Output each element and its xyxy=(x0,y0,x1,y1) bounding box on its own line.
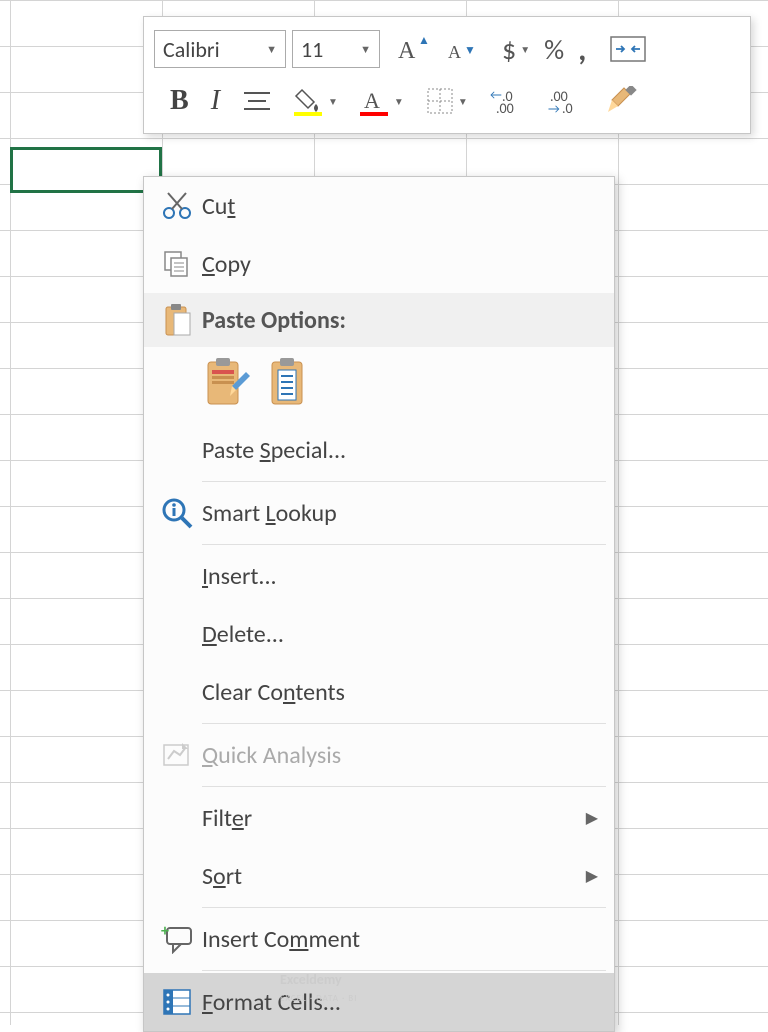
menu-label: Insert Comment xyxy=(202,925,598,954)
menu-label: Format Cells... xyxy=(202,988,598,1017)
paste-options-row xyxy=(144,347,614,421)
comma-style-button[interactable]: , xyxy=(574,28,590,71)
increase-decimal-button[interactable]: ←.0.00 xyxy=(486,85,530,117)
menu-label: Cut xyxy=(202,192,598,221)
menu-label: Paste Special... xyxy=(202,436,598,465)
font-name-value: Calibri xyxy=(163,36,220,63)
decrease-font-button[interactable]: A▼ xyxy=(442,32,484,66)
chevron-down-icon: ▼ xyxy=(520,43,530,56)
chevron-down-icon: ▼ xyxy=(394,95,404,108)
font-size-select[interactable]: 11 ▼ xyxy=(292,30,380,68)
svg-text:→: → xyxy=(548,102,560,115)
svg-text:.0: .0 xyxy=(562,100,573,115)
search-info-icon xyxy=(152,497,202,529)
paste-keep-formatting-button[interactable] xyxy=(202,356,254,412)
menu-label: Insert... xyxy=(202,562,598,591)
menu-label: Filter xyxy=(202,804,586,833)
selected-cell[interactable] xyxy=(10,147,162,193)
percent-button[interactable]: % xyxy=(540,30,568,69)
decrease-decimal-button[interactable]: .00→.0 xyxy=(544,85,588,117)
comment-icon: + xyxy=(152,924,202,954)
svg-text:.00: .00 xyxy=(496,100,514,115)
submenu-arrow-icon: ▶ xyxy=(586,866,598,886)
svg-text:+: + xyxy=(161,924,169,941)
menu-label: Smart Lookup xyxy=(202,499,598,528)
menu-label: Quick Analysis xyxy=(202,741,598,770)
menu-label: Paste Options: xyxy=(202,306,598,335)
svg-text:A: A xyxy=(364,88,380,113)
menu-quick-analysis: Quick Analysis xyxy=(144,726,614,784)
dollar-icon: $ xyxy=(502,32,516,67)
copy-icon xyxy=(152,249,202,279)
percent-icon: % xyxy=(544,32,564,67)
font-size-value: 11 xyxy=(301,36,323,63)
menu-label: Sort xyxy=(202,862,586,891)
svg-text:A: A xyxy=(398,38,416,64)
merge-center-button[interactable] xyxy=(606,34,650,64)
menu-copy[interactable]: Copy xyxy=(144,235,614,293)
menu-cut[interactable]: Cut xyxy=(144,177,614,235)
fill-color-button[interactable]: ▼ xyxy=(290,84,342,118)
format-painter-button[interactable] xyxy=(602,84,642,118)
bold-button[interactable]: B xyxy=(166,83,193,119)
menu-paste-options-header: Paste Options: xyxy=(144,293,614,347)
borders-button[interactable]: ▼ xyxy=(422,85,472,117)
italic-button[interactable]: I xyxy=(207,83,224,119)
svg-text:A: A xyxy=(448,42,461,62)
clipboard-icon xyxy=(152,303,202,337)
svg-text:▲: ▲ xyxy=(418,34,430,48)
menu-insert[interactable]: Insert... xyxy=(144,547,614,605)
menu-label: Delete... xyxy=(202,620,598,649)
mini-toolbar: Calibri ▼ 11 ▼ A▲ A▼ $ ▼ % , B I xyxy=(143,16,751,134)
submenu-arrow-icon: ▶ xyxy=(586,808,598,828)
menu-format-cells[interactable]: Format Cells... xyxy=(144,973,614,1031)
chevron-down-icon: ▼ xyxy=(266,43,277,56)
menu-label: Clear Contents xyxy=(202,678,598,707)
font-name-select[interactable]: Calibri ▼ xyxy=(154,30,286,68)
format-cells-icon xyxy=(152,988,202,1016)
comma-icon: , xyxy=(578,30,586,69)
context-menu: Cut Copy Paste Options: Paste Special...… xyxy=(143,176,615,1032)
quick-analysis-icon xyxy=(152,741,202,769)
increase-font-button[interactable]: A▲ xyxy=(394,32,436,66)
menu-smart-lookup[interactable]: Smart Lookup xyxy=(144,484,614,542)
menu-clear-contents[interactable]: Clear Contents xyxy=(144,663,614,721)
align-button[interactable] xyxy=(238,87,276,115)
currency-button[interactable]: $ ▼ xyxy=(498,30,534,69)
paste-values-button[interactable] xyxy=(266,356,318,412)
chevron-down-icon: ▼ xyxy=(328,95,338,108)
svg-text:▼: ▼ xyxy=(464,44,476,58)
chevron-down-icon: ▼ xyxy=(360,43,371,56)
menu-label: Copy xyxy=(202,250,598,279)
scissors-icon xyxy=(152,191,202,221)
menu-paste-special[interactable]: Paste Special... xyxy=(144,421,614,479)
menu-delete[interactable]: Delete... xyxy=(144,605,614,663)
menu-insert-comment[interactable]: + Insert Comment xyxy=(144,910,614,968)
font-color-button[interactable]: A ▼ xyxy=(356,84,408,118)
menu-sort[interactable]: Sort ▶ xyxy=(144,847,614,905)
chevron-down-icon: ▼ xyxy=(458,95,468,108)
menu-filter[interactable]: Filter ▶ xyxy=(144,789,614,847)
